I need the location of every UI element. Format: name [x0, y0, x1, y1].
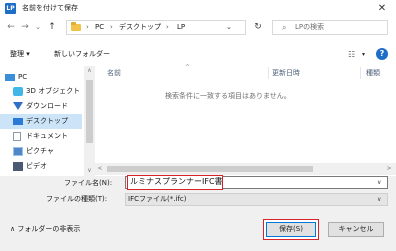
download-icon	[13, 102, 23, 110]
save-button[interactable]: 保存(S)	[266, 222, 316, 237]
desktop-icon	[13, 118, 23, 125]
scroll-right-arrow-icon[interactable]: >	[384, 163, 394, 175]
empty-message: 検索条件に一致する項目はありません。	[165, 92, 291, 100]
breadcrumb-pc[interactable]: PC	[95, 22, 104, 33]
videos-icon	[13, 162, 23, 171]
refresh-button[interactable]: ↻	[250, 20, 266, 35]
scroll-up-arrow-icon[interactable]: ∧	[84, 66, 95, 76]
nav-item-label: PC	[18, 73, 28, 81]
app-icon: LP	[5, 3, 16, 14]
pc-icon	[5, 74, 15, 81]
pictures-icon	[13, 147, 23, 156]
column-header-name[interactable]: 名前	[107, 68, 121, 79]
back-button[interactable]: ←	[5, 21, 17, 34]
search-icon: ⌕	[282, 23, 287, 32]
view-options-icon[interactable]: ☷	[348, 49, 355, 60]
column-divider[interactable]	[360, 67, 361, 79]
window-title: 名前を付けて保存	[22, 4, 78, 12]
filename-label: ファイル名(N):	[64, 179, 113, 187]
chevron-down-icon[interactable]: ∨	[377, 177, 381, 188]
nav-item-label: ドキュメント	[26, 132, 68, 140]
horizontal-scroll-thumb[interactable]	[107, 166, 313, 172]
filetype-label: ファイルの種類(T):	[46, 195, 108, 203]
scroll-down-arrow-icon[interactable]: ∨	[84, 166, 95, 176]
search-box[interactable]	[272, 20, 388, 35]
view-dropdown-icon[interactable]: ▾	[362, 49, 365, 60]
nav-item-3d-objects[interactable]: 3D オブジェクト	[0, 84, 82, 99]
breadcrumb-lp[interactable]: LP	[177, 22, 185, 33]
nav-item-label: 3D オブジェクト	[26, 87, 81, 95]
3d-objects-icon	[13, 87, 23, 96]
column-header-modified[interactable]: 更新日時	[272, 68, 300, 79]
filename-input[interactable]: ルミナスプランナーIFC書出し.ifc	[127, 175, 223, 190]
column-header-type[interactable]: 種類	[366, 68, 380, 79]
nav-item-label: ピクチャ	[26, 147, 54, 155]
column-divider[interactable]	[268, 67, 269, 79]
organize-button[interactable]: 整理 ▾	[10, 49, 30, 60]
breadcrumb-separator: ›	[86, 23, 89, 31]
recent-locations-button[interactable]: ⌄	[32, 21, 44, 34]
search-placeholder[interactable]: LPの検索	[295, 22, 324, 33]
navigation-pane: PC 3D オブジェクト ダウンロード デスクトップ ドキュメント ピクチャ ビ…	[0, 66, 95, 176]
nav-item-downloads[interactable]: ダウンロード	[0, 99, 82, 114]
nav-item-desktop[interactable]: デスクトップ	[0, 114, 82, 129]
forward-button[interactable]: →	[19, 21, 31, 34]
cancel-button[interactable]: キャンセル	[328, 222, 384, 237]
help-button[interactable]: ?	[376, 48, 388, 60]
scroll-left-arrow-icon[interactable]: <	[95, 163, 105, 175]
breadcrumb-separator: ›	[110, 23, 113, 31]
sort-indicator-icon: ^	[185, 64, 191, 71]
documents-icon	[13, 132, 21, 141]
chevron-down-icon[interactable]: ∨	[377, 194, 381, 205]
nav-item-label: デスクトップ	[26, 117, 68, 125]
address-dropdown-icon[interactable]: ⌄	[226, 22, 232, 33]
breadcrumb-desktop[interactable]: デスクトップ	[119, 22, 161, 33]
file-list[interactable]	[100, 66, 396, 163]
hide-folders-toggle[interactable]: ∧ フォルダーの非表示	[10, 224, 80, 235]
nav-item-label: ビデオ	[26, 162, 47, 170]
nav-scroll-thumb[interactable]	[86, 80, 93, 143]
filetype-value[interactable]: IFCファイル(*.ifc)	[128, 194, 186, 205]
up-button[interactable]: ↑	[46, 21, 58, 34]
folder-icon	[71, 22, 81, 31]
new-folder-button[interactable]: 新しいフォルダー	[54, 49, 110, 60]
breadcrumb-separator: ›	[166, 23, 169, 31]
nav-item-pc[interactable]: PC	[0, 70, 82, 85]
close-button[interactable]: ✕	[374, 1, 390, 16]
nav-item-videos[interactable]: ビデオ	[0, 159, 82, 174]
nav-item-label: ダウンロード	[26, 102, 68, 110]
nav-item-documents[interactable]: ドキュメント	[0, 129, 82, 144]
nav-item-pictures[interactable]: ピクチャ	[0, 144, 82, 159]
